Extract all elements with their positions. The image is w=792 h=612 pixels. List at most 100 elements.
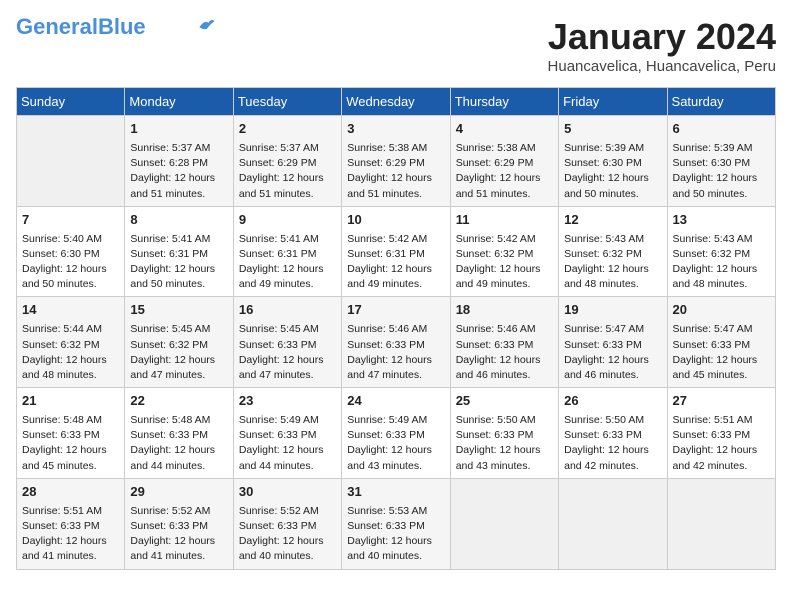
calendar-cell: 10 Sunrise: 5:42 AMSunset: 6:31 PMDayligh… xyxy=(342,206,450,297)
cell-text: Sunrise: 5:47 AM xyxy=(673,322,770,337)
cell-text: Sunset: 6:33 PM xyxy=(564,428,661,443)
cell-text: and 40 minutes. xyxy=(239,549,336,564)
calendar-cell: 3Sunrise: 5:38 AMSunset: 6:29 PMDaylight… xyxy=(342,116,450,207)
cell-text: Daylight: 12 hours xyxy=(456,171,553,186)
cell-text: Sunrise: 5:50 AM xyxy=(456,413,553,428)
cell-text: Daylight: 12 hours xyxy=(239,353,336,368)
cell-text: Sunset: 6:29 PM xyxy=(456,156,553,171)
page-header: GeneralBlue January 2024 Huancavelica, H… xyxy=(16,16,776,75)
calendar-cell xyxy=(17,116,125,207)
calendar-cell xyxy=(450,478,558,569)
cell-text: Sunrise: 5:41 AM xyxy=(239,232,336,247)
cell-text: Daylight: 12 hours xyxy=(673,171,770,186)
day-number: 10 xyxy=(347,211,444,230)
cell-text: Sunset: 6:32 PM xyxy=(673,247,770,262)
cell-text: Sunset: 6:29 PM xyxy=(347,156,444,171)
day-number: 27 xyxy=(673,392,770,411)
day-number: 12 xyxy=(564,211,661,230)
cell-text: Daylight: 12 hours xyxy=(347,534,444,549)
day-number: 26 xyxy=(564,392,661,411)
cell-text: and 46 minutes. xyxy=(456,368,553,383)
cell-text: Sunrise: 5:51 AM xyxy=(22,504,119,519)
day-number: 9 xyxy=(239,211,336,230)
day-number: 20 xyxy=(673,301,770,320)
logo-part1: General xyxy=(16,14,98,39)
cell-text: Sunset: 6:31 PM xyxy=(347,247,444,262)
cell-text: Sunset: 6:32 PM xyxy=(22,338,119,353)
calendar-cell: 27Sunrise: 5:51 AMSunset: 6:33 PMDayligh… xyxy=(667,388,775,479)
cell-text: Sunrise: 5:42 AM xyxy=(347,232,444,247)
cell-text: Daylight: 12 hours xyxy=(22,443,119,458)
cell-text: and 45 minutes. xyxy=(673,368,770,383)
cell-text: Sunrise: 5:38 AM xyxy=(456,141,553,156)
cell-text: Sunrise: 5:40 AM xyxy=(22,232,119,247)
calendar-cell: 29Sunrise: 5:52 AMSunset: 6:33 PMDayligh… xyxy=(125,478,233,569)
cell-text: Daylight: 12 hours xyxy=(564,443,661,458)
cell-text: Sunrise: 5:37 AM xyxy=(130,141,227,156)
calendar-table: SundayMondayTuesdayWednesdayThursdayFrid… xyxy=(16,87,776,570)
day-number: 7 xyxy=(22,211,119,230)
day-number: 18 xyxy=(456,301,553,320)
cell-text: Daylight: 12 hours xyxy=(22,353,119,368)
cell-text: and 46 minutes. xyxy=(564,368,661,383)
cell-text: Daylight: 12 hours xyxy=(239,171,336,186)
day-number: 2 xyxy=(239,120,336,139)
cell-text: Sunrise: 5:51 AM xyxy=(673,413,770,428)
calendar-cell: 4Sunrise: 5:38 AMSunset: 6:29 PMDaylight… xyxy=(450,116,558,207)
header-wednesday: Wednesday xyxy=(342,88,450,116)
day-number: 14 xyxy=(22,301,119,320)
cell-text: Daylight: 12 hours xyxy=(456,262,553,277)
logo-bird-icon xyxy=(198,18,216,32)
cell-text: and 51 minutes. xyxy=(130,187,227,202)
cell-text: Daylight: 12 hours xyxy=(673,353,770,368)
cell-text: Sunrise: 5:43 AM xyxy=(564,232,661,247)
cell-text: Sunset: 6:32 PM xyxy=(130,338,227,353)
cell-text: Sunrise: 5:41 AM xyxy=(130,232,227,247)
cell-text: Sunset: 6:33 PM xyxy=(564,338,661,353)
calendar-cell: 1Sunrise: 5:37 AMSunset: 6:28 PMDaylight… xyxy=(125,116,233,207)
cell-text: and 50 minutes. xyxy=(130,277,227,292)
cell-text: Sunset: 6:33 PM xyxy=(347,338,444,353)
cell-text: and 49 minutes. xyxy=(456,277,553,292)
header-friday: Friday xyxy=(559,88,667,116)
cell-text: and 51 minutes. xyxy=(239,187,336,202)
calendar-cell: 2Sunrise: 5:37 AMSunset: 6:29 PMDaylight… xyxy=(233,116,341,207)
cell-text: Sunset: 6:32 PM xyxy=(456,247,553,262)
day-number: 21 xyxy=(22,392,119,411)
header-saturday: Saturday xyxy=(667,88,775,116)
cell-text: and 50 minutes. xyxy=(22,277,119,292)
cell-text: Sunset: 6:32 PM xyxy=(564,247,661,262)
header-monday: Monday xyxy=(125,88,233,116)
cell-text: Sunset: 6:33 PM xyxy=(22,428,119,443)
cell-text: and 44 minutes. xyxy=(239,459,336,474)
calendar-cell: 11Sunrise: 5:42 AMSunset: 6:32 PMDayligh… xyxy=(450,206,558,297)
calendar-cell: 22Sunrise: 5:48 AMSunset: 6:33 PMDayligh… xyxy=(125,388,233,479)
logo-text: GeneralBlue xyxy=(16,16,146,38)
calendar-cell: 13Sunrise: 5:43 AMSunset: 6:32 PMDayligh… xyxy=(667,206,775,297)
location-text: Huancavelica, Huancavelica, Peru xyxy=(548,58,776,75)
day-number: 5 xyxy=(564,120,661,139)
cell-text: Sunrise: 5:52 AM xyxy=(130,504,227,519)
calendar-cell: 9Sunrise: 5:41 AMSunset: 6:31 PMDaylight… xyxy=(233,206,341,297)
cell-text: and 48 minutes. xyxy=(22,368,119,383)
cell-text: Sunrise: 5:53 AM xyxy=(347,504,444,519)
calendar-cell xyxy=(667,478,775,569)
day-number: 22 xyxy=(130,392,227,411)
cell-text: Sunset: 6:33 PM xyxy=(239,428,336,443)
cell-text: Sunset: 6:33 PM xyxy=(239,338,336,353)
cell-text: Daylight: 12 hours xyxy=(347,262,444,277)
calendar-week-row: 14Sunrise: 5:44 AMSunset: 6:32 PMDayligh… xyxy=(17,297,776,388)
cell-text: Sunrise: 5:50 AM xyxy=(564,413,661,428)
calendar-cell: 7Sunrise: 5:40 AMSunset: 6:30 PMDaylight… xyxy=(17,206,125,297)
calendar-cell: 24Sunrise: 5:49 AMSunset: 6:33 PMDayligh… xyxy=(342,388,450,479)
cell-text: and 48 minutes. xyxy=(673,277,770,292)
cell-text: Sunset: 6:31 PM xyxy=(130,247,227,262)
cell-text: Sunrise: 5:39 AM xyxy=(673,141,770,156)
cell-text: Sunset: 6:33 PM xyxy=(673,338,770,353)
cell-text: Daylight: 12 hours xyxy=(239,443,336,458)
cell-text: and 47 minutes. xyxy=(130,368,227,383)
day-number: 11 xyxy=(456,211,553,230)
month-title: January 2024 xyxy=(548,16,776,58)
calendar-week-row: 7Sunrise: 5:40 AMSunset: 6:30 PMDaylight… xyxy=(17,206,776,297)
cell-text: Daylight: 12 hours xyxy=(22,262,119,277)
